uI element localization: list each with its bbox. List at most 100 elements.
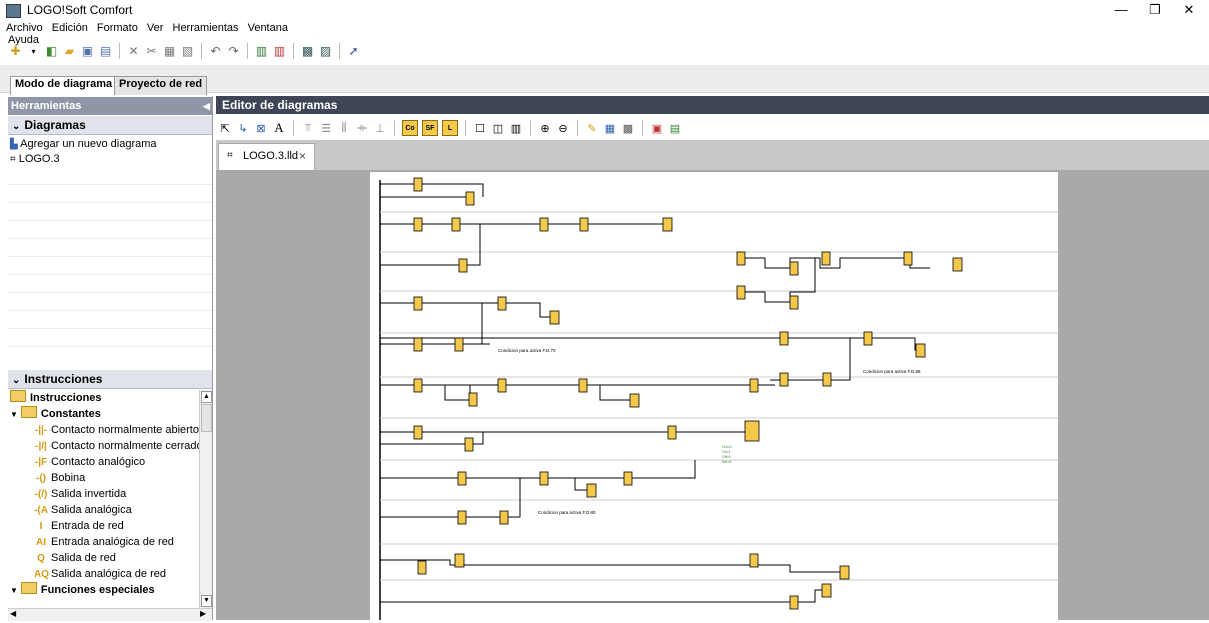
co-icon[interactable]: Co [402, 120, 418, 136]
text-icon[interactable]: A [272, 120, 286, 135]
tree-folder-special-functions[interactable]: ▼ Funciones especiales [10, 582, 198, 598]
diagram-file-item[interactable]: ⌗ LOGO.3 [10, 151, 60, 167]
diagrams-section-header[interactable]: ⌄ Diagramas [8, 116, 212, 135]
online-test-icon[interactable]: ▨ [318, 44, 333, 59]
menu-herramientas[interactable]: Herramientas [173, 22, 239, 34]
tab-close-icon[interactable]: × [299, 149, 306, 163]
paste-icon[interactable]: ▧ [180, 44, 195, 59]
tree-item-no-contact[interactable]: -||- Contacto normalmente abierto [10, 422, 199, 438]
constants-icon[interactable]: ⊠ [254, 121, 268, 135]
logo-to-pc-icon[interactable]: ▥ [272, 44, 287, 59]
panel-row-divider [8, 184, 212, 185]
tab-network-project[interactable]: Proyecto de red [114, 76, 208, 95]
tree-item-network-analog-output[interactable]: AQ Salida analógica de red [10, 566, 198, 582]
chevron-down-icon[interactable]: ⌄ [12, 121, 20, 132]
sf-icon[interactable]: SF [422, 120, 438, 136]
inverted-output-icon: -(/) [34, 489, 48, 500]
close-button[interactable]: ✕ [1172, 1, 1206, 19]
menu-formato[interactable]: Formato [97, 22, 138, 34]
simulate-icon[interactable]: ▩ [300, 44, 315, 59]
open-icon[interactable]: ◧ [44, 44, 59, 59]
menu-ver[interactable]: Ver [147, 22, 164, 34]
menu-ventana[interactable]: Ventana [248, 22, 288, 34]
network-input-icon: I [39, 521, 43, 532]
counter-block[interactable] [744, 420, 760, 442]
undo-icon[interactable]: ↶ [208, 44, 223, 59]
menu-bar: Archivo Edición Formato Ver Herramientas… [0, 22, 326, 46]
nc-contact-icon: -|/| [35, 441, 47, 452]
counter-param-4: Set=5 [722, 460, 731, 464]
scroll-left-icon[interactable]: ◀ [10, 609, 16, 618]
tab-diagram-mode[interactable]: Modo de diagrama [10, 76, 118, 95]
tree-item-analog-contact[interactable]: -|F Contacto analógico [10, 454, 198, 470]
maximize-button[interactable]: ❐ [1138, 1, 1172, 19]
zoom-in-icon[interactable]: ⊕ [538, 121, 552, 135]
split-icon[interactable]: ⫼ [337, 121, 351, 135]
scissors-icon[interactable]: ✂ [144, 44, 159, 59]
scroll-right-icon[interactable]: ▶ [200, 609, 206, 618]
tree-item-analog-output[interactable]: -(A Salida analógica [10, 502, 198, 518]
menu-edicion[interactable]: Edición [52, 22, 88, 34]
join-icon[interactable]: ⟛ [355, 121, 369, 135]
zoom-out-icon[interactable]: ⊖ [556, 121, 570, 135]
save-icon[interactable]: ▣ [80, 44, 95, 59]
toolbar-separator [293, 43, 294, 59]
connect-icon[interactable]: ↳ [236, 121, 250, 135]
document-tab-strip [216, 140, 1209, 170]
chevron-down-icon[interactable]: ⌄ [12, 375, 20, 386]
scroll-down-icon[interactable]: ▼ [201, 595, 212, 607]
online-icon[interactable]: ▤ [668, 121, 682, 135]
vertical-scrollbar[interactable]: ▲ ▼ [199, 390, 212, 608]
print-icon[interactable]: ▤ [98, 44, 113, 59]
panel-row-divider [8, 256, 212, 257]
minimize-button[interactable]: — [1104, 1, 1138, 19]
select-icon[interactable]: ⇱ [218, 121, 232, 135]
redo-icon[interactable]: ↷ [226, 44, 241, 59]
instructions-tree: Instrucciones ▼ Constantes -||- Contacto n… [10, 390, 203, 598]
sim-icon[interactable]: ▣ [650, 121, 664, 135]
tab-logo3-lld[interactable]: ⌗ LOGO.3.lld × [218, 143, 315, 171]
ladder-diagram[interactable]: Condicion para activa F.D.70 Condicion p… [370, 172, 1058, 620]
parameter-icon[interactable]: ▦ [603, 121, 617, 135]
tree-item-network-analog-input[interactable]: AI Entrada analógica de red [10, 534, 198, 550]
diagram-sheet[interactable]: Condicion para activa F.D.70 Condicion p… [370, 172, 1058, 620]
tree-item-coil[interactable]: -() Bobina [10, 470, 198, 486]
horizontal-scrollbar[interactable]: ◀ ▶ [8, 608, 212, 621]
ladder-coils [454, 217, 963, 598]
context-help-icon[interactable]: ➚ [346, 44, 361, 59]
collapse-left-icon[interactable]: ◀ [203, 97, 210, 115]
tree-item-network-output[interactable]: Q Salida de red [10, 550, 198, 566]
highlight-icon[interactable]: ✎ [585, 121, 599, 135]
new-dropdown-icon[interactable]: ▾ [26, 44, 41, 59]
tree-folder-constants[interactable]: ▼ Constantes [10, 406, 198, 422]
scroll-up-icon[interactable]: ▲ [201, 391, 212, 403]
panel-row-divider [8, 238, 212, 239]
tree-root-instructions[interactable]: Instrucciones [10, 390, 198, 406]
panel-row-divider [8, 310, 212, 311]
new-icon[interactable]: ✚ [8, 44, 23, 59]
cut-icon[interactable]: ✕ [126, 44, 141, 59]
ladder-icon[interactable]: ⊥ [373, 121, 387, 135]
instructions-section-header[interactable]: ⌄ Instrucciones [8, 370, 212, 389]
layout3-icon[interactable]: ▥ [509, 121, 523, 135]
layout1-icon[interactable]: ☐ [473, 121, 487, 135]
tree-item-inverted-output[interactable]: -(/) Salida invertida [10, 486, 198, 502]
compile-icon[interactable]: ▩ [621, 121, 635, 135]
menu-archivo[interactable]: Archivo [6, 22, 43, 34]
layout2-icon[interactable]: ◫ [491, 121, 505, 135]
lib-icon[interactable]: L [442, 120, 458, 136]
open-folder-icon[interactable]: ▰ [62, 44, 77, 59]
panel-row-divider [8, 328, 212, 329]
copy-icon[interactable]: ▦ [162, 44, 177, 59]
pc-to-logo-icon[interactable]: ▥ [254, 44, 269, 59]
tree-item-nc-contact[interactable]: -|/| Contacto normalmente cerrado [10, 438, 203, 454]
expand-arrow-icon[interactable]: ▼ [10, 410, 18, 419]
toolbar-separator [293, 120, 294, 136]
scroll-thumb[interactable] [201, 404, 212, 432]
align-icon[interactable]: ⫪ [301, 121, 315, 135]
tree-item-network-input[interactable]: I Entrada de red [10, 518, 198, 534]
folder-icon [20, 582, 37, 594]
add-diagram-item[interactable]: ▙ Agregar un nuevo diagrama [10, 136, 157, 152]
distribute-icon[interactable]: ☰ [319, 121, 333, 135]
expand-arrow-icon[interactable]: ▼ [10, 586, 18, 595]
